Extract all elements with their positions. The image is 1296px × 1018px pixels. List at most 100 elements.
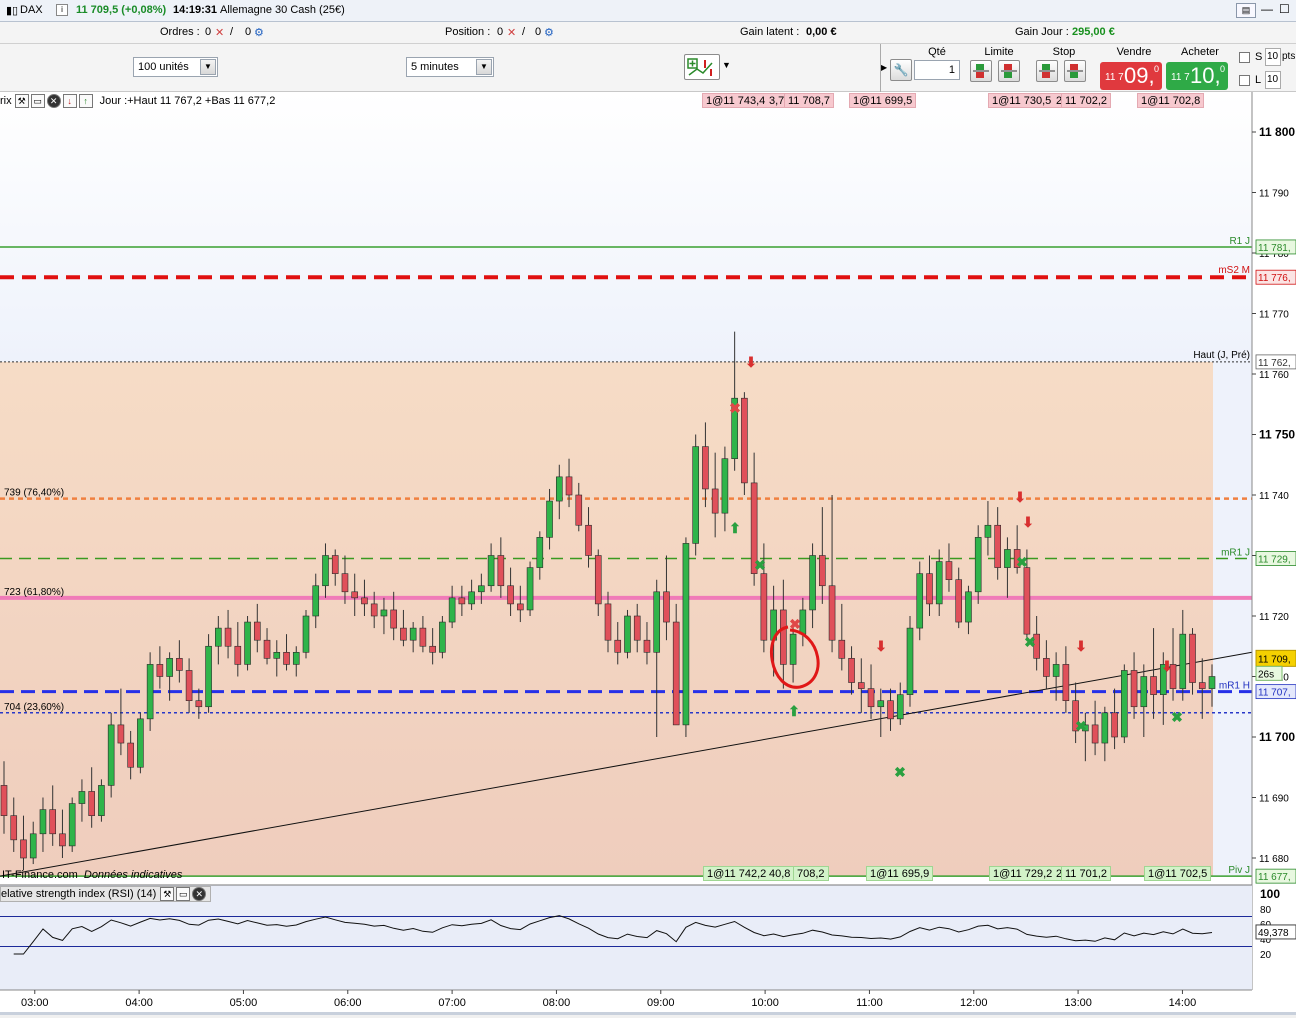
- candle-body[interactable]: [370, 603, 378, 617]
- candle-body[interactable]: [1043, 658, 1050, 677]
- candle-body[interactable]: [741, 397, 748, 484]
- candle-body[interactable]: [819, 555, 826, 587]
- candle-body[interactable]: [98, 785, 105, 816]
- candle-body[interactable]: [1023, 567, 1031, 635]
- candle-body[interactable]: [176, 658, 183, 671]
- position-close-icon[interactable]: ✕: [507, 26, 516, 39]
- candle-body[interactable]: [166, 658, 173, 677]
- candle-body[interactable]: [439, 621, 446, 653]
- order-tag[interactable]: 1@11 702,5: [1144, 866, 1212, 881]
- stop-buy-icon[interactable]: [1036, 60, 1058, 82]
- candle-body[interactable]: [244, 621, 251, 665]
- order-tag[interactable]: 1@11 730,5: [988, 93, 1056, 108]
- l-input[interactable]: 10: [1265, 71, 1281, 89]
- info-icon[interactable]: i: [56, 4, 68, 16]
- order-tag[interactable]: 40,8: [766, 866, 795, 881]
- candle-body[interactable]: [1121, 670, 1128, 738]
- candle-body[interactable]: [828, 585, 836, 641]
- candle-body[interactable]: [39, 809, 47, 835]
- qty-input[interactable]: 1: [914, 60, 960, 80]
- candle-body[interactable]: [663, 591, 670, 623]
- position-settings-icon[interactable]: ⚙: [544, 26, 554, 39]
- candle-body[interactable]: [263, 639, 271, 659]
- candle-body[interactable]: [848, 658, 855, 683]
- arrow-down-icon[interactable]: ↓: [62, 94, 77, 108]
- candle-body[interactable]: [205, 645, 212, 708]
- candle-body[interactable]: [1130, 670, 1138, 708]
- wrench-icon[interactable]: 🔧: [890, 59, 912, 81]
- candle-body[interactable]: [487, 555, 495, 587]
- candle-body[interactable]: [945, 561, 953, 580]
- order-tag[interactable]: 11 701,2: [1061, 866, 1112, 881]
- candle-body[interactable]: [448, 597, 456, 623]
- candle-body[interactable]: [351, 591, 359, 599]
- candle-body[interactable]: [526, 567, 534, 611]
- candle-body[interactable]: [575, 494, 583, 526]
- order-tag[interactable]: 1@11 702,8: [1137, 93, 1205, 108]
- candle-body[interactable]: [536, 537, 544, 568]
- units-select[interactable]: 100 unités ▼: [133, 57, 218, 77]
- candle-body[interactable]: [1198, 682, 1206, 689]
- minimize-icon[interactable]: —: [1261, 2, 1273, 16]
- candle-body[interactable]: [1052, 664, 1060, 677]
- candle-body[interactable]: [760, 573, 768, 641]
- limit-buy-icon[interactable]: [970, 60, 992, 82]
- candle-body[interactable]: [49, 809, 57, 835]
- order-tag[interactable]: 1@11 695,9: [866, 866, 934, 881]
- chevron-down-icon[interactable]: ▼: [722, 60, 731, 70]
- candle-body[interactable]: [380, 609, 388, 617]
- candle-body[interactable]: [682, 543, 690, 726]
- close-icon[interactable]: ✕: [46, 94, 61, 108]
- candle-body[interactable]: [721, 458, 729, 514]
- candle-body[interactable]: [507, 585, 514, 605]
- candle-body[interactable]: [137, 718, 144, 768]
- chevron-down-icon[interactable]: ▼: [476, 59, 492, 75]
- candle-body[interactable]: [400, 627, 407, 641]
- candle-body[interactable]: [361, 597, 368, 605]
- order-tag[interactable]: 1@11 699,5: [849, 93, 917, 108]
- candle-body[interactable]: [643, 639, 651, 653]
- candle-body[interactable]: [312, 585, 320, 617]
- candle-body[interactable]: [29, 833, 37, 859]
- stop-sell-icon[interactable]: [1064, 60, 1086, 82]
- candle-body[interactable]: [984, 524, 992, 538]
- order-tag[interactable]: 1@11 743,4: [702, 93, 770, 108]
- candle-body[interactable]: [224, 627, 232, 647]
- chart-tools-button[interactable]: [684, 54, 720, 80]
- candle-body[interactable]: [468, 591, 475, 605]
- candle-body[interactable]: [711, 488, 719, 514]
- timeframe-select[interactable]: 5 minutes ▼: [406, 57, 494, 77]
- candle-body[interactable]: [429, 645, 436, 653]
- candle-body[interactable]: [341, 573, 349, 593]
- candle-body[interactable]: [78, 791, 86, 804]
- wrench-icon[interactable]: ⚒: [160, 887, 175, 901]
- candle-body[interactable]: [283, 651, 290, 665]
- candle-body[interactable]: [867, 688, 875, 708]
- candle-body[interactable]: [68, 803, 76, 847]
- candle-body[interactable]: [672, 621, 680, 726]
- candle-body[interactable]: [292, 651, 300, 665]
- candle-body[interactable]: [877, 700, 885, 708]
- chevron-down-icon[interactable]: ▼: [200, 59, 216, 75]
- order-tag[interactable]: 11 708,7: [784, 93, 835, 108]
- candle-body[interactable]: [478, 585, 485, 593]
- candle-body[interactable]: [322, 555, 329, 587]
- candle-body[interactable]: [156, 664, 164, 677]
- candle-body[interactable]: [624, 615, 631, 653]
- candle-body[interactable]: [419, 627, 427, 647]
- candle-body[interactable]: [585, 524, 592, 556]
- candle-body[interactable]: [331, 555, 339, 574]
- candle-body[interactable]: [117, 724, 125, 744]
- candle-body[interactable]: [127, 742, 134, 768]
- candle-body[interactable]: [1208, 676, 1216, 689]
- candle-body[interactable]: [497, 555, 505, 587]
- arrow-up-icon[interactable]: ↑: [78, 94, 93, 108]
- candle-body[interactable]: [88, 791, 95, 816]
- candle-body[interactable]: [896, 694, 904, 720]
- candle-body[interactable]: [1091, 724, 1099, 744]
- candle-body[interactable]: [59, 833, 66, 847]
- candle-body[interactable]: [546, 500, 553, 538]
- candle-body[interactable]: [955, 579, 963, 623]
- panel-collapse-icon[interactable]: ▶: [880, 44, 887, 92]
- limit-checkbox[interactable]: [1239, 75, 1250, 86]
